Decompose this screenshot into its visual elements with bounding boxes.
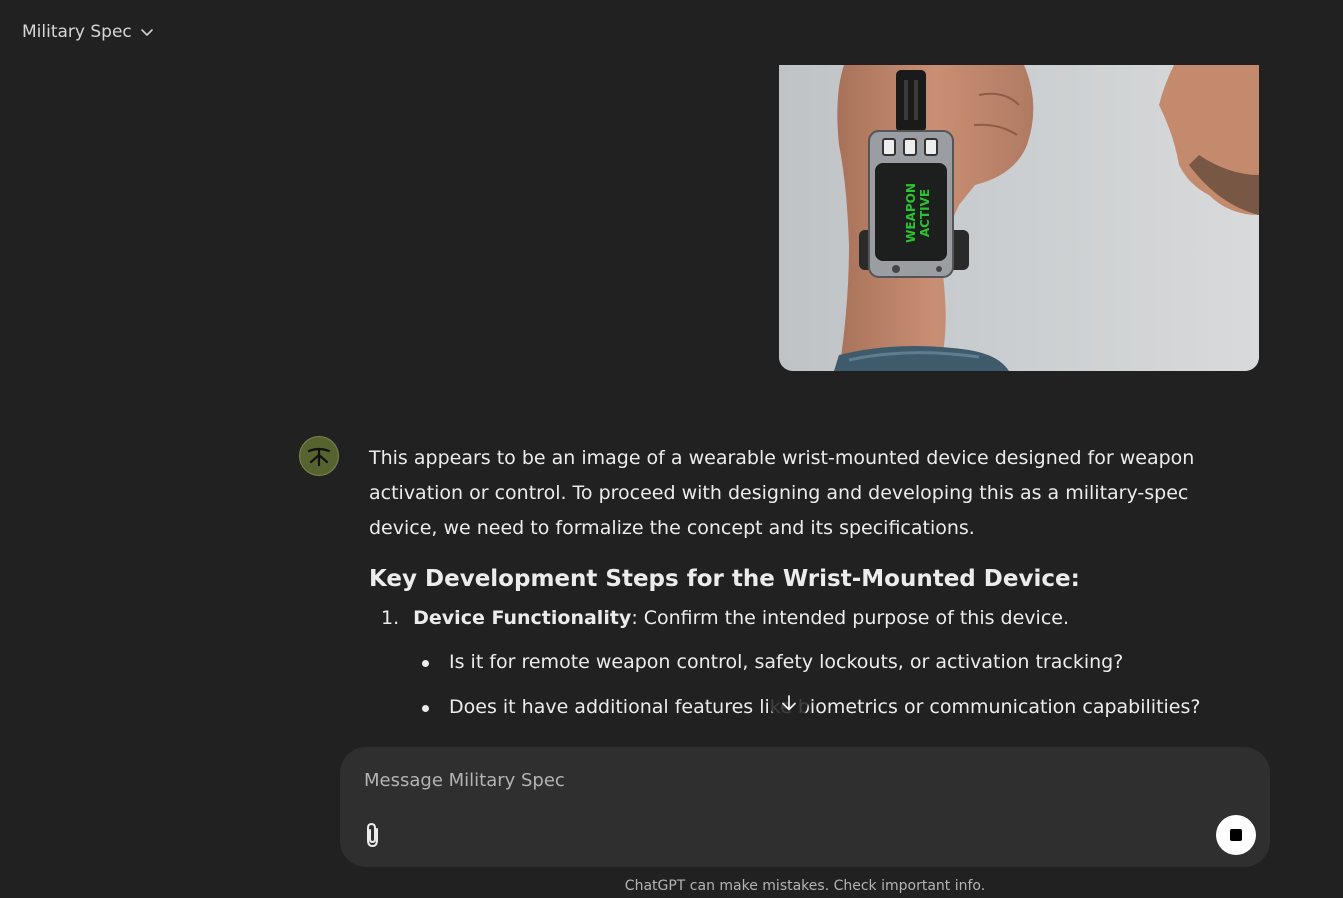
chevron-down-icon [140, 29, 153, 36]
model-name: Military Spec [22, 22, 132, 42]
bullet-item: Is it for remote weapon control, safety … [369, 640, 1269, 685]
paperclip-icon [367, 822, 378, 848]
step-number: 1. [381, 607, 400, 629]
message-heading: Key Development Steps for the Wrist-Moun… [369, 566, 1080, 592]
scroll-to-bottom-button[interactable] [770, 684, 808, 722]
disclaimer: ChatGPT can make mistakes. Check importa… [624, 878, 986, 894]
message-composer [340, 747, 1270, 867]
assistant-avatar [299, 436, 339, 476]
model-selector[interactable]: Military Spec [22, 19, 154, 45]
assistant-message: This appears to be an image of a wearabl… [369, 441, 1269, 730]
wrist-device-illustration: WEAPON ACTIVE [779, 65, 1259, 371]
device-screen-line2: ACTIVE [918, 189, 932, 237]
step-bullets: Is it for remote weapon control, safety … [369, 640, 1269, 730]
arrow-down-icon [782, 695, 796, 711]
step-title: Device Functionality [413, 607, 632, 629]
step-text: : Confirm the intended purpose of this d… [631, 607, 1069, 629]
uploaded-image[interactable]: WEAPON ACTIVE [779, 65, 1259, 371]
device-screen-line1: WEAPON [904, 183, 918, 243]
gpt-logo-icon [307, 447, 331, 467]
attach-button[interactable] [360, 820, 386, 850]
stop-generating-button[interactable] [1216, 815, 1256, 855]
list-item: 1. Device Functionality: Confirm the int… [381, 602, 1269, 634]
stop-icon [1230, 829, 1242, 841]
bullet-item: Does it have additional features like bi… [369, 685, 1269, 730]
message-intro: This appears to be an image of a wearabl… [369, 447, 1195, 539]
message-input[interactable] [362, 765, 1186, 795]
